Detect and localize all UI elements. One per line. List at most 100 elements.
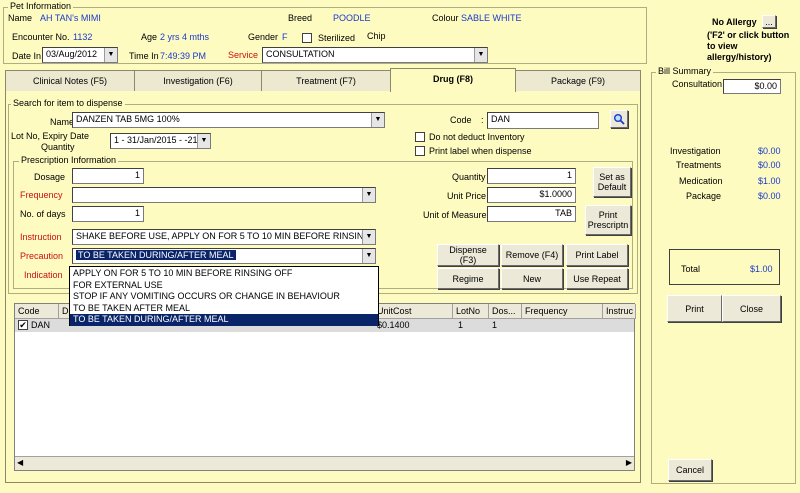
lot-label: Lot No, Expiry Date [11,131,90,141]
no-deduct-checkbox[interactable] [415,132,425,142]
dispensed-items-grid[interactable]: Code D UnitCost LotNo Dos... Frequency I… [14,303,636,471]
use-repeat-button[interactable]: Use Repeat [566,268,628,289]
medication-value: $1.00 [758,176,781,186]
sterilized-checkbox[interactable] [302,33,312,43]
regime-button[interactable]: Regime [437,268,499,289]
instruction-label: Instruction [20,232,62,242]
cancel-button[interactable]: Cancel [668,459,712,481]
bill-summary-title: Bill Summary [656,66,714,76]
dosage-label: Dosage [34,172,66,182]
tab-investigation[interactable]: Investigation (F6) [134,70,262,91]
col-code[interactable]: Code [15,304,59,319]
investigation-value: $0.00 [758,146,781,156]
dropdown-option[interactable]: STOP IF ANY VOMITING OCCURS OR CHANGE IN… [70,291,378,303]
tab-drug[interactable]: Drug (F8) [390,68,516,92]
search-title: Search for item to dispense [11,98,125,108]
prescription-title: Prescription Information [19,155,119,165]
new-button[interactable]: New [501,268,563,289]
lot-select[interactable]: 1 - 31/Jan/2015 - -21 ▼ [110,133,211,149]
colour-value: SABLE WHITE [461,13,522,23]
age-value: 2 yrs 4 mths [160,32,210,42]
date-in-label: Date In [12,51,42,61]
breed-value: POODLE [333,13,371,23]
uom-input[interactable]: TAB [487,206,576,222]
precaution-select[interactable]: TO BE TAKEN DURING/AFTER MEAL ▼ [72,248,376,264]
dropdown-option[interactable]: FOR EXTERNAL USE [70,280,378,292]
dosage-input[interactable]: 1 [72,168,144,184]
scroll-left-icon[interactable]: ◀ [17,458,23,467]
col-unit-cost[interactable]: UnitCost [374,304,453,319]
service-select[interactable]: CONSULTATION ▼ [262,47,488,63]
item-name-select[interactable]: DANZEN TAB 5MG 100% ▼ [72,112,385,128]
col-frequency[interactable]: Frequency [522,304,603,319]
tab-treatment[interactable]: Treatment (F7) [261,70,391,91]
package-label: Package [686,191,722,201]
indication-label: Indication [24,270,63,280]
chevron-down-icon[interactable]: ▼ [362,188,375,202]
dispense-button[interactable]: Dispense (F3) [437,244,499,266]
quantity-label-lot: Quantity [41,142,75,152]
print-prescription-button[interactable]: Print Prescriptn [585,205,631,235]
print-label-checkbox[interactable] [415,146,425,156]
code-label: Code [450,115,472,125]
uom-label: Unit of Measure [423,210,487,220]
allergy-button[interactable]: ... [762,15,776,28]
row-code: DAN [31,320,51,330]
print-button[interactable]: Print [667,295,722,322]
quantity-label: Quantity [452,172,486,182]
medication-label: Medication [679,176,723,186]
frequency-select[interactable]: ▼ [72,187,376,203]
set-default-button[interactable]: Set as Default [593,167,631,197]
col-dosage[interactable]: Dos... [489,304,522,319]
dropdown-option[interactable]: APPLY ON FOR 5 TO 10 MIN BEFORE RINSING … [70,268,378,280]
chevron-down-icon[interactable]: ▼ [362,230,375,244]
precaution-label: Precaution [20,251,64,261]
scroll-right-icon[interactable]: ▶ [626,458,632,467]
dropdown-option[interactable]: TO BE TAKEN AFTER MEAL [70,303,378,315]
chevron-down-icon[interactable]: ▼ [474,48,487,62]
search-button[interactable] [610,110,628,128]
time-in-label: Time In [129,51,159,61]
chevron-down-icon[interactable]: ▼ [104,48,117,62]
allergy-hint: ('F2' or click button to view allergy/hi… [707,30,790,62]
total-value: $1.00 [750,264,773,274]
horizontal-scrollbar[interactable]: ◀ ▶ [15,456,634,470]
chevron-down-icon[interactable]: ▼ [362,249,375,263]
unit-price-label: Unit Price [447,191,487,201]
encounter-value: 1132 [73,32,93,42]
col-lot-no[interactable]: LotNo [453,304,489,319]
chevron-down-icon[interactable]: ▼ [197,134,210,148]
encounter-label: Encounter No. [12,32,70,42]
code-input[interactable]: DAN [487,112,599,129]
print-label-button[interactable]: Print Label [566,244,628,266]
days-label: No. of days [20,209,66,219]
frequency-label: Frequency [20,190,63,200]
tab-package[interactable]: Package (F9) [515,70,641,91]
gender-label: Gender [248,32,279,42]
tab-clinical-notes[interactable]: Clinical Notes (F5) [5,70,135,91]
row-checkbox[interactable]: ✔ [18,320,28,330]
precaution-dropdown-list[interactable]: APPLY ON FOR 5 TO 10 MIN BEFORE RINSING … [69,266,379,326]
unit-price-input[interactable]: $1.0000 [487,187,576,203]
pet-name: AH TAN's MIMI [40,13,101,23]
dropdown-option-selected[interactable]: TO BE TAKEN DURING/AFTER MEAL [70,314,378,326]
no-deduct-label: Do not deduct Inventory [429,132,525,142]
colour-label: Colour [432,13,459,23]
quantity-input[interactable]: 1 [487,168,576,184]
age-label: Age [141,32,158,42]
remove-button[interactable]: Remove (F4) [501,244,563,266]
package-value: $0.00 [758,191,781,201]
allergy-title: No Allergy [712,17,757,27]
breed-label: Breed [288,13,313,23]
instruction-select[interactable]: SHAKE BEFORE USE, APPLY ON FOR 5 TO 10 M… [72,229,376,245]
service-label: Service [228,50,259,60]
treatments-value: $0.00 [758,160,781,170]
days-input[interactable]: 1 [72,206,144,222]
col-instruction[interactable]: Instruc [603,304,636,319]
code-separator: : [481,115,484,125]
close-button[interactable]: Close [722,295,781,322]
row-unit-cost: $0.1400 [377,320,410,330]
chevron-down-icon[interactable]: ▼ [371,113,384,127]
date-in-field[interactable]: 03/Aug/2012 ▼ [42,47,118,63]
consultation-input[interactable]: $0.00 [723,79,781,94]
